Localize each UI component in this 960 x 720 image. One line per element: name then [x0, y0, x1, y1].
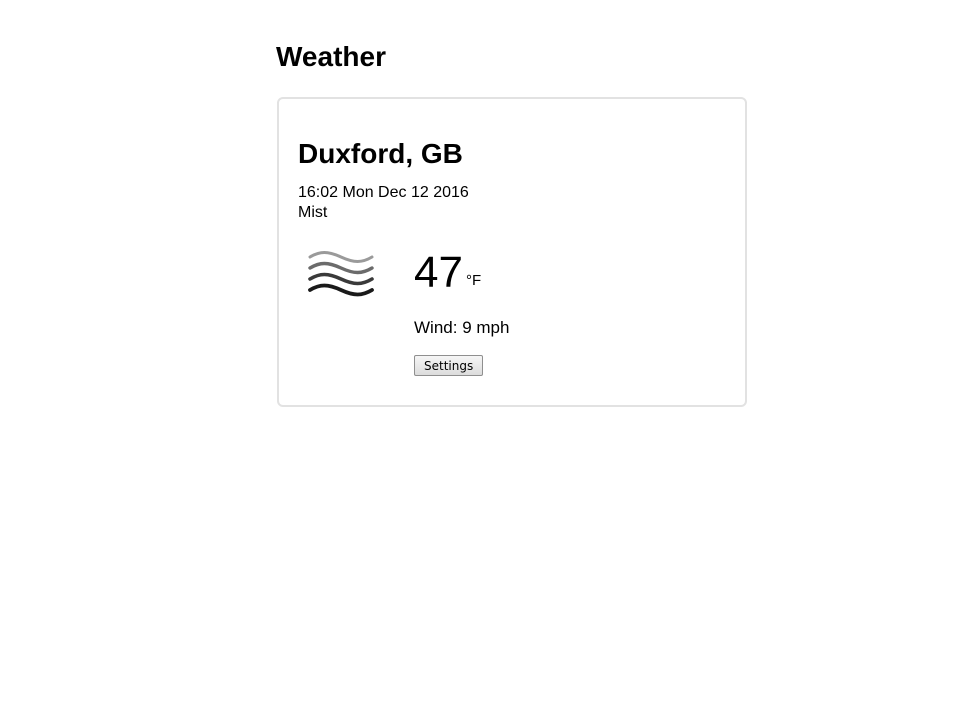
wind-text: Wind: 9 mph [414, 318, 509, 338]
temperature-unit: °F [465, 272, 482, 289]
datetime-text: 16:02 Mon Dec 12 2016 [298, 184, 469, 201]
settings-button[interactable]: Settings [414, 355, 484, 376]
temperature-value: 47 [414, 248, 463, 297]
temperature-display: 47 °F [414, 249, 481, 297]
wind-value: 9 mph [462, 318, 510, 337]
weather-card: Duxford, GB 16:02 Mon Dec 12 2016 Mist 4… [277, 97, 747, 407]
condition-text: Mist [298, 204, 328, 221]
weather-page: Weather Duxford, GB 16:02 Mon Dec 12 201… [0, 0, 960, 720]
mist-icon [308, 251, 374, 297]
location-heading: Duxford, GB [298, 138, 463, 169]
page-title: Weather [276, 41, 386, 72]
wind-label: Wind: [414, 318, 458, 337]
